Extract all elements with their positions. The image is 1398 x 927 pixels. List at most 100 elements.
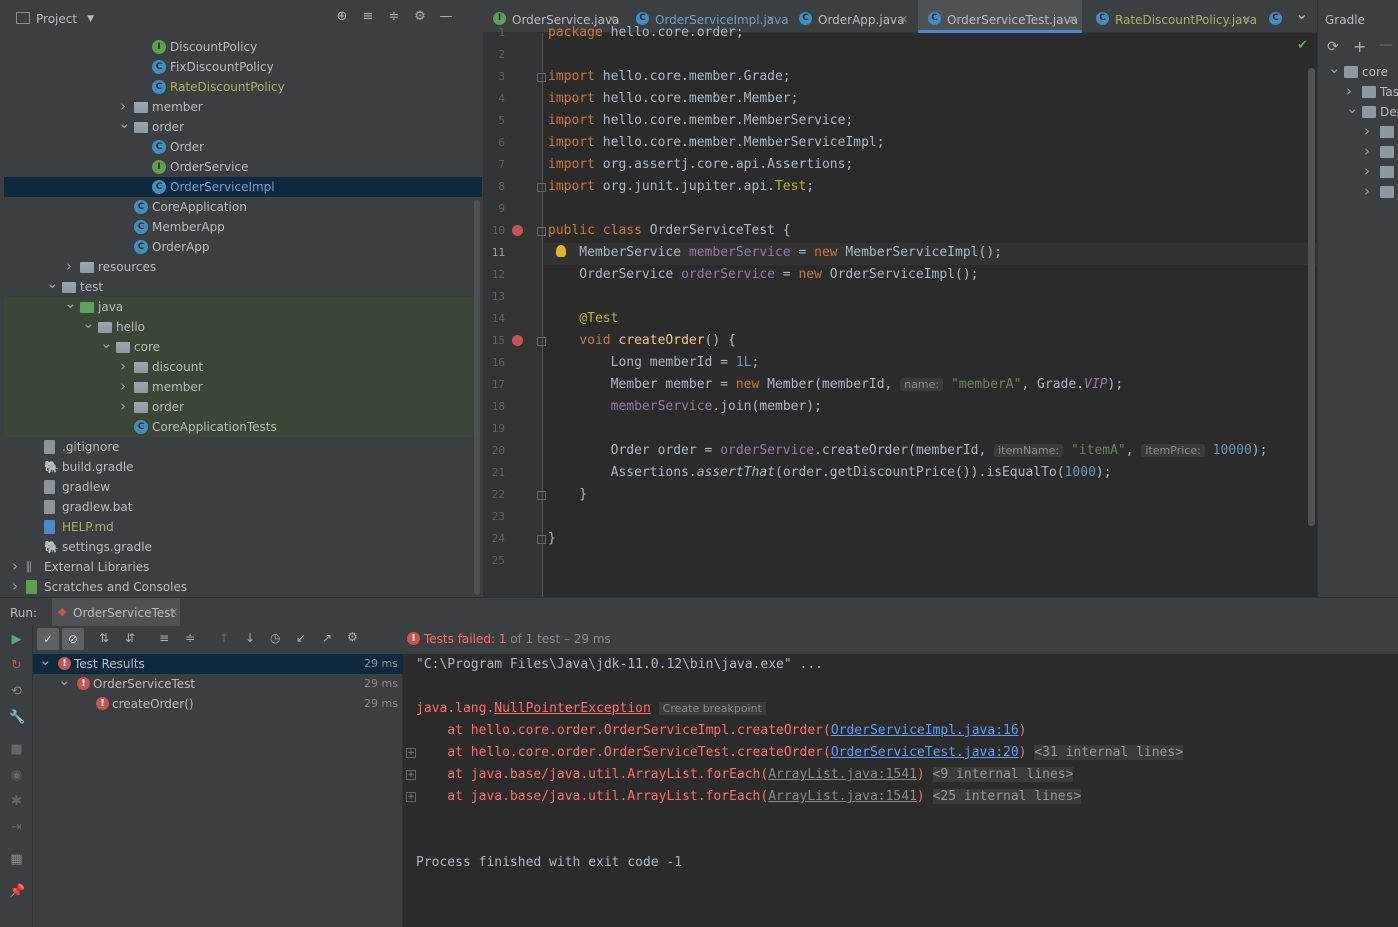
chevron-down-icon[interactable]: ⌄	[1346, 98, 1359, 118]
gear-icon[interactable]: ⚙	[347, 630, 358, 644]
chevron-right-icon[interactable]: ›	[10, 576, 20, 596]
code-line[interactable]: Long memberId = 1L;	[548, 352, 760, 374]
code-line[interactable]: OrderService orderService = new OrderSer…	[548, 264, 978, 286]
tree-item[interactable]: ⌄ hello	[4, 314, 482, 337]
tab-orderapp[interactable]: C OrderApp.java ✕	[789, 0, 913, 33]
chevron-down-icon[interactable]: ⌄	[64, 293, 77, 313]
chevron-down-icon[interactable]: ⌄	[1328, 58, 1341, 78]
sort-alpha-icon[interactable]: ⇅	[99, 631, 109, 645]
layout-icon[interactable]: ▦	[9, 852, 24, 867]
export-tests-icon[interactable]: ↗	[322, 631, 332, 645]
import-tests-icon[interactable]: ↙	[296, 631, 306, 645]
tree-item[interactable]: .gitignore	[4, 437, 482, 457]
chevron-right-icon[interactable]: ›	[64, 256, 74, 276]
code-line[interactable]: }	[548, 528, 556, 550]
tree-item[interactable]: I OrderService	[4, 157, 482, 177]
console-line[interactable]: at java.base/java.util.ArrayList.forEach…	[416, 764, 1074, 786]
run-gutter-icon[interactable]	[512, 335, 523, 346]
show-passed-icon[interactable]: ✓	[37, 628, 59, 650]
sort-duration-icon[interactable]: ⇵	[125, 631, 135, 645]
tree-item[interactable]: › discount	[4, 357, 482, 377]
chevron-down-icon[interactable]: ⌄	[58, 670, 71, 690]
gear-icon[interactable]: ⚙	[413, 10, 427, 24]
tree-item[interactable]: C OrderApp	[4, 237, 482, 257]
tab-orderservicetest[interactable]: C OrderServiceTest.java ✕	[918, 0, 1082, 33]
tree-item[interactable]: › Scratches and Consoles	[4, 577, 482, 597]
code-line[interactable]: }	[548, 484, 587, 506]
chevron-right-icon[interactable]: ›	[118, 376, 128, 396]
console-line[interactable]: Process finished with exit code -1	[416, 852, 682, 874]
expand-all-icon[interactable]: ≡	[361, 10, 375, 24]
close-icon[interactable]: ✕	[169, 606, 178, 619]
tree-item[interactable]: C MemberApp	[4, 217, 482, 237]
tree-item[interactable]: C RateDiscountPolicy	[4, 77, 482, 97]
chevron-right-icon[interactable]: ›	[1364, 181, 1370, 201]
expand-icon[interactable]: +	[406, 792, 416, 802]
tree-item[interactable]: gradlew.bat	[4, 497, 482, 517]
console-line[interactable]: at hello.core.order.OrderServiceImpl.cre…	[416, 720, 1026, 742]
run-gutter-icon[interactable]	[512, 225, 523, 236]
test-row[interactable]: ! createOrder() 29 ms	[33, 694, 403, 714]
code-line[interactable]: memberService.join(member);	[548, 396, 822, 418]
wrench-icon[interactable]: 🔧	[9, 710, 25, 725]
tree-item[interactable]: › ⫼ External Libraries	[4, 557, 482, 577]
show-ignored-icon[interactable]: ⊘	[62, 628, 84, 650]
tree-item[interactable]: C CoreApplicationTests	[4, 417, 482, 437]
add-icon[interactable]: +	[1353, 37, 1366, 56]
toggle-autotest-icon[interactable]: ⟲	[9, 684, 24, 699]
debug-icon[interactable]: ✱	[9, 794, 24, 809]
expand-icon[interactable]: +	[406, 748, 416, 758]
code-line[interactable]: Order order = orderService.createOrder(m…	[548, 440, 1268, 462]
chevron-down-icon[interactable]: ⌄	[46, 273, 59, 293]
tree-item[interactable]: C CoreApplication	[4, 197, 482, 217]
test-row[interactable]: ⌄! Test Results 29 ms	[33, 651, 403, 674]
code-line[interactable]: import hello.core.member.MemberServiceIm…	[548, 132, 885, 154]
console-line[interactable]: at hello.core.order.OrderServiceTest.cre…	[416, 742, 1184, 764]
code-line[interactable]: package hello.core.order;	[548, 22, 744, 44]
test-row[interactable]: ⌄! OrderServiceTest 29 ms	[33, 671, 403, 694]
code-line[interactable]: Member member = new Member(memberId, nam…	[548, 374, 1124, 396]
console-line[interactable]: java.lang.NullPointerException Create br…	[416, 698, 766, 720]
tree-item[interactable]: gradlew	[4, 477, 482, 497]
code-line[interactable]: import hello.core.member.MemberService;	[548, 110, 853, 132]
code-line[interactable]: @Test	[548, 308, 618, 330]
tree-item[interactable]: C OrderServiceImpl	[4, 177, 482, 197]
prev-failed-icon[interactable]: ↑	[219, 631, 229, 645]
code-area[interactable]: package hello.core.order; import hello.co…	[548, 25, 1308, 597]
run-tab[interactable]: ◆ OrderServiceTest ✕	[52, 598, 180, 627]
chevron-down-icon[interactable]: ⌄	[1295, 4, 1308, 23]
tree-item[interactable]: ⌄ java	[4, 294, 482, 317]
intention-bulb-icon[interactable]	[556, 245, 566, 257]
code-line[interactable]: public class OrderServiceTest {	[548, 220, 791, 242]
chevron-right-icon[interactable]: ›	[1364, 121, 1370, 141]
tree-item[interactable]: HELP.md	[4, 517, 482, 537]
code-line[interactable]: MemberService memberService = new Member…	[548, 242, 1002, 264]
tree-item[interactable]: › order	[4, 397, 482, 417]
rerun-icon[interactable]: ▶	[9, 632, 24, 647]
chevron-down-icon[interactable]: ⌄	[100, 333, 113, 353]
tree-item[interactable]: 🐘 settings.gradle	[4, 537, 482, 557]
fold-icon[interactable]	[537, 337, 546, 346]
chevron-right-icon[interactable]: ›	[118, 396, 128, 416]
project-title[interactable]: Project	[36, 12, 77, 26]
class-run-icon[interactable]: C	[1269, 12, 1282, 25]
stop-icon[interactable]: ■	[9, 742, 24, 757]
console-output[interactable]: "C:\Program Files\Java\jdk-11.0.12\bin\j…	[403, 654, 1398, 927]
fold-icon[interactable]	[537, 73, 546, 82]
chevron-right-icon[interactable]: ›	[1364, 161, 1370, 181]
camera-icon[interactable]: ◉	[9, 768, 24, 783]
console-line[interactable]: "C:\Program Files\Java\jdk-11.0.12\bin\j…	[416, 654, 823, 676]
code-line[interactable]: void createOrder() {	[548, 330, 736, 352]
pin-icon[interactable]: 📌	[9, 884, 25, 899]
tree-item[interactable]: C FixDiscountPolicy	[4, 57, 482, 77]
locate-icon[interactable]: ⊕	[335, 10, 349, 24]
tree-item[interactable]: 🐘 build.gradle	[4, 457, 482, 477]
fold-icon[interactable]	[537, 227, 546, 236]
fold-icon[interactable]	[537, 491, 546, 500]
code-line[interactable]: Assertions.assertThat(order.getDiscountP…	[548, 462, 1112, 484]
tree-item[interactable]: › resources	[4, 257, 482, 277]
chevron-down-icon[interactable]: ▼	[87, 14, 94, 24]
tree-item[interactable]: I DiscountPolicy	[4, 37, 482, 57]
chevron-right-icon[interactable]: ›	[1364, 141, 1370, 161]
chevron-right-icon[interactable]: ›	[10, 556, 20, 576]
